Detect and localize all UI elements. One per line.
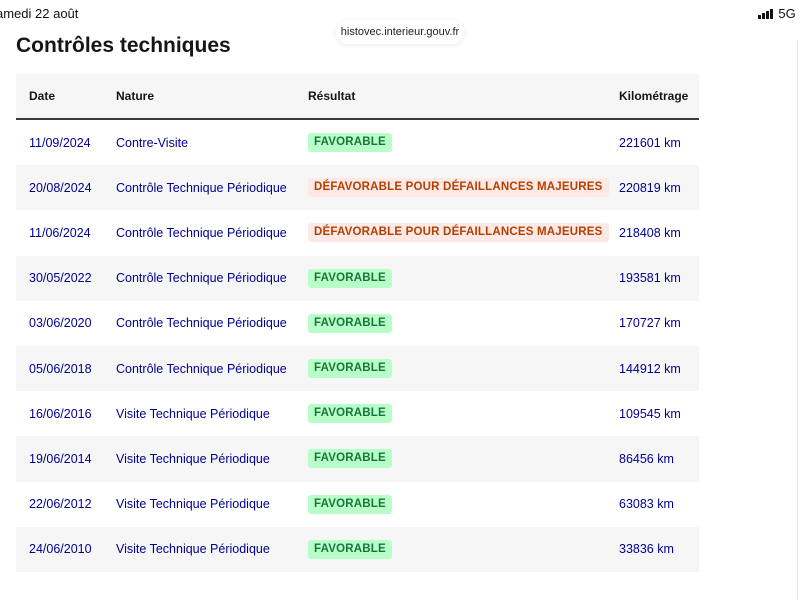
page-divider [797, 40, 798, 600]
cell-km: 220819 km [619, 180, 681, 195]
header-date: Date [29, 89, 56, 103]
cell-result: FAVORABLE [300, 359, 607, 379]
address-url: histovec.interieur.gouv.fr [340, 26, 460, 38]
table-row: 24/06/2010 Visite Technique Périodique FAV… [16, 526, 699, 572]
table-row: 03/06/2020 Contrôle Technique Périodique F… [16, 300, 699, 346]
cellular-signal-icon [758, 8, 774, 19]
cell-km: 144912 km [619, 361, 681, 376]
cell-km: 170727 km [619, 316, 681, 331]
cell-result: DÉFAVORABLE POUR DÉFAILLANCES MAJEURES [300, 178, 609, 198]
cell-result: DÉFAVORABLE POUR DÉFAILLANCES MAJEURES [300, 223, 609, 243]
cell-date: 16/06/2016 [29, 406, 92, 421]
table-row: 19/06/2014 Visite Technique Périodique FAV… [16, 436, 699, 482]
cell-date: 11/06/2024 [29, 225, 91, 240]
status-badge: FAVORABLE [308, 404, 392, 424]
cell-nature: Contre-Visite [116, 135, 189, 150]
inspections-table: Date Nature Résultat Kilométrage 11/09/2… [16, 74, 699, 572]
cell-km: 86456 km [619, 451, 674, 466]
header-result: Résultat [308, 89, 356, 103]
table-row: 11/09/2024 Contre-Visite FAVORABLE 221601 k… [16, 120, 699, 166]
cell-nature: Visite Technique Périodique [116, 406, 270, 421]
cell-date: 05/06/2018 [29, 361, 92, 376]
cell-km: 218408 km [619, 225, 681, 240]
status-badge: FAVORABLE [308, 133, 392, 153]
cell-date: 20/08/2024 [29, 180, 92, 195]
cell-nature: Visite Technique Périodique [116, 451, 270, 466]
cell-result: FAVORABLE [300, 133, 607, 153]
table-body: 11/09/2024 Contre-Visite FAVORABLE 221601 k… [16, 120, 699, 572]
network-type: 5G [778, 6, 796, 21]
header-nature: Nature [116, 89, 155, 103]
cell-km: 33836 km [619, 542, 674, 557]
status-indicators: 5G 8 [758, 6, 800, 21]
status-badge: FAVORABLE [308, 268, 392, 288]
cell-nature: Contrôle Technique Périodique [116, 180, 287, 195]
cell-nature: Visite Technique Périodique [116, 542, 270, 557]
status-badge: FAVORABLE [308, 449, 392, 469]
address-bar[interactable]: histovec.interieur.gouv.fr [336, 20, 464, 44]
cell-nature: Contrôle Technique Périodique [116, 225, 287, 240]
table-row: 05/06/2018 Contrôle Technique Périodique F… [16, 345, 699, 392]
status-badge: FAVORABLE [308, 539, 392, 559]
page-title: Contrôles techniques [16, 34, 231, 57]
status-badge: FAVORABLE [308, 313, 392, 333]
cell-nature: Visite Technique Périodique [116, 497, 270, 512]
cell-nature: Contrôle Technique Périodique [116, 271, 287, 286]
status-badge: DÉFAVORABLE POUR DÉFAILLANCES MAJEURES [308, 223, 609, 243]
cell-km: 193581 km [619, 271, 681, 286]
cell-result: FAVORABLE [300, 494, 607, 514]
cell-date: 24/06/2010 [29, 542, 92, 557]
cell-date: 03/06/2020 [29, 316, 92, 331]
header-km: Kilométrage [619, 89, 689, 103]
cell-km: 221601 km [619, 135, 681, 150]
cell-date: 30/05/2022 [29, 271, 92, 286]
table-row: 30/05/2022 Contrôle Technique Périodique F… [16, 255, 699, 301]
cell-date: 22/06/2012 [29, 497, 92, 512]
status-badge: DÉFAVORABLE POUR DÉFAILLANCES MAJEURES [308, 178, 609, 198]
table-row: 22/06/2012 Visite Technique Périodique FAV… [16, 481, 699, 527]
cell-km: 63083 km [619, 497, 674, 512]
cell-date: 11/09/2024 [29, 135, 91, 150]
cell-result: FAVORABLE [300, 404, 607, 424]
status-badge: FAVORABLE [308, 494, 392, 514]
cell-result: FAVORABLE [300, 449, 607, 469]
status-badge: FAVORABLE [308, 359, 392, 379]
cell-nature: Contrôle Technique Périodique [116, 361, 287, 376]
table-row: 16/06/2016 Visite Technique Périodique FAV… [16, 391, 699, 437]
cell-nature: Contrôle Technique Périodique [116, 316, 287, 331]
status-datetime: amedi 22 août [0, 6, 79, 21]
table-row: 11/06/2024 Contrôle Technique Périodique D… [16, 210, 699, 256]
cell-result: FAVORABLE [300, 313, 607, 333]
cell-result: FAVORABLE [300, 268, 607, 288]
cell-km: 109545 km [619, 406, 681, 421]
cell-result: FAVORABLE [300, 539, 607, 559]
cell-date: 19/06/2014 [29, 451, 92, 466]
table-row: 20/08/2024 Contrôle Technique Périodique D… [16, 165, 699, 211]
table-header: Date Nature Résultat Kilométrage [16, 74, 699, 120]
